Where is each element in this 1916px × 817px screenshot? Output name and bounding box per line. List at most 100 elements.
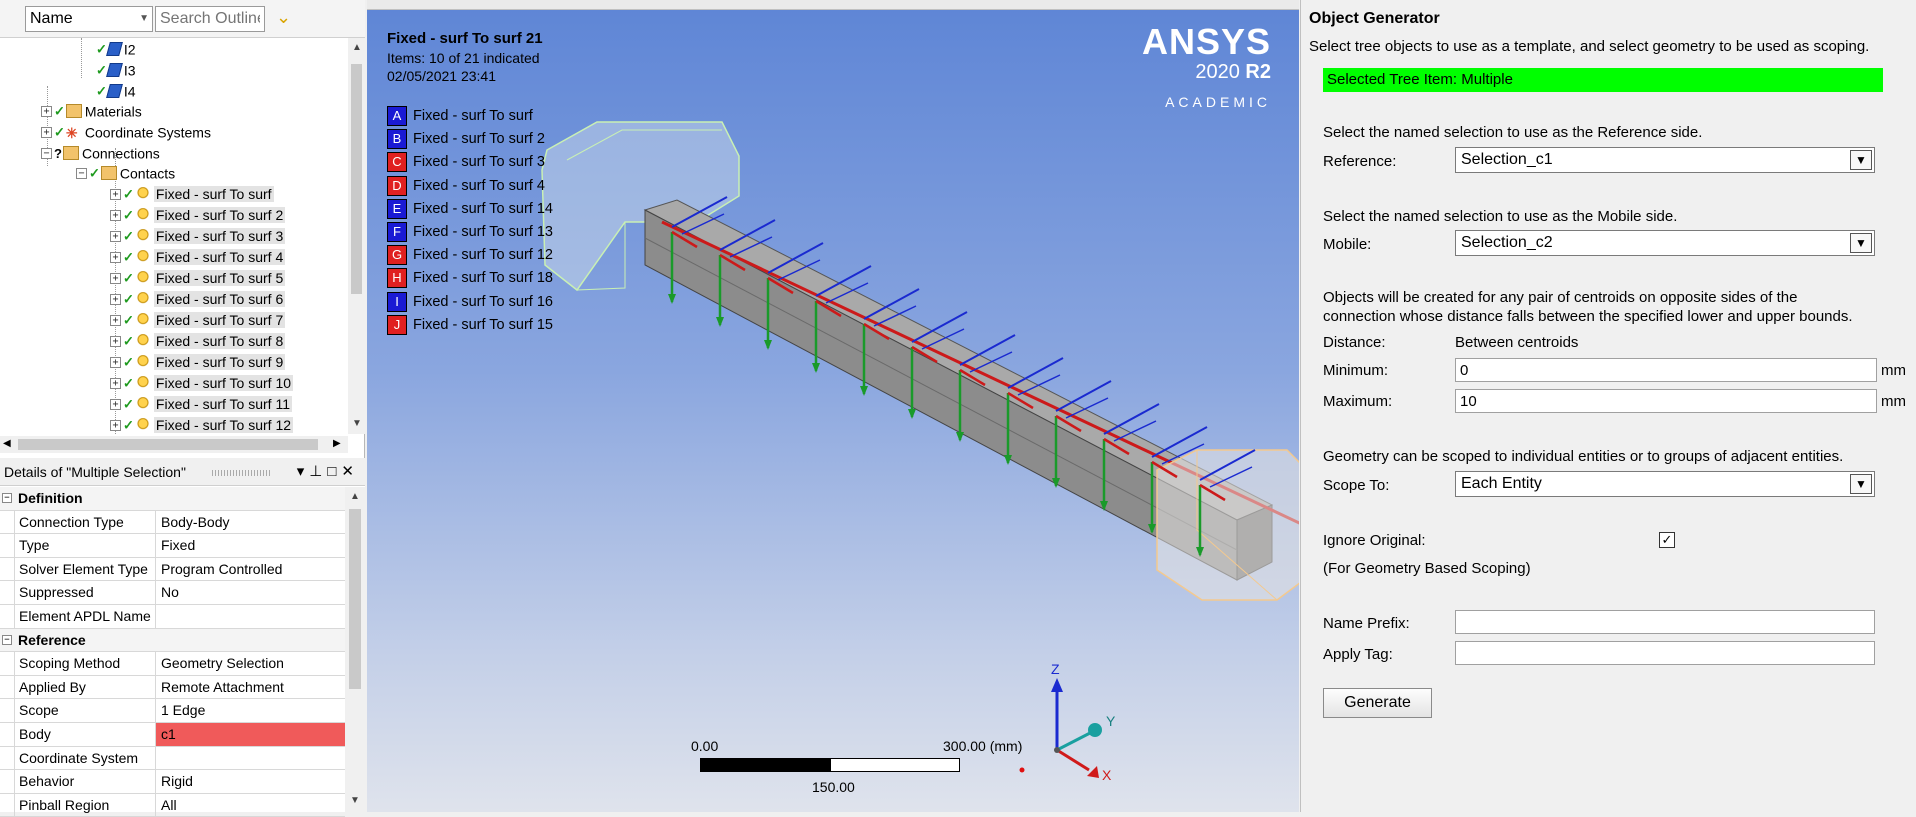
- outline-vertical-scrollbar[interactable]: ▲ ▼: [348, 38, 365, 434]
- scope-to-select[interactable]: Each Entity ▼: [1455, 471, 1875, 497]
- minimum-input[interactable]: [1455, 358, 1877, 382]
- detail-row-body[interactable]: Body c1: [0, 722, 345, 747]
- object-generator-panel: Object Generator Select tree objects to …: [1300, 0, 1916, 812]
- scroll-down-icon[interactable]: ▼: [350, 795, 360, 806]
- expand-icon[interactable]: +: [110, 188, 121, 200]
- tree-item-contact[interactable]: + ✓ Fixed - surf To surf 7: [110, 311, 286, 332]
- scroll-thumb[interactable]: [349, 509, 361, 689]
- tree-item-contact[interactable]: + ✓ Fixed - surf To surf 12: [110, 416, 294, 434]
- scroll-right-icon[interactable]: ▶: [333, 438, 341, 449]
- tree-item-materials[interactable]: + ✓ Materials: [41, 102, 142, 123]
- materials-icon: [65, 104, 82, 119]
- scale-mid-label: 150.00: [812, 779, 855, 795]
- reference-select[interactable]: Selection_c1 ▼: [1455, 147, 1875, 173]
- expand-icon[interactable]: +: [110, 293, 121, 305]
- legend-key: J: [387, 314, 407, 335]
- drag-grip[interactable]: [212, 470, 270, 476]
- tree-item-connections[interactable]: −? Connections: [41, 144, 160, 165]
- detail-row-type[interactable]: Type Fixed: [0, 534, 345, 558]
- chevron-down-icon[interactable]: ▼: [1850, 150, 1872, 170]
- expand-icon[interactable]: +: [110, 314, 121, 326]
- legend-label: Fixed - surf To surf 16: [413, 293, 553, 310]
- collapse-icon[interactable]: −: [2, 634, 12, 645]
- graphics-viewport[interactable]: Z Y X Fixed - surf To surf 21 Items: 10 …: [367, 10, 1299, 812]
- collapse-icon[interactable]: −: [2, 493, 12, 503]
- name-filter-combo[interactable]: Name ▼: [25, 6, 153, 32]
- detail-row-behavior[interactable]: Behavior Rigid: [0, 770, 345, 794]
- search-outline-input[interactable]: [155, 6, 265, 32]
- scroll-thumb[interactable]: [18, 439, 318, 450]
- chevron-down-icon[interactable]: ▼: [1850, 474, 1872, 494]
- contact-icon: [134, 397, 151, 412]
- expand-icon[interactable]: +: [110, 356, 121, 368]
- dropdown-icon[interactable]: ▾: [297, 463, 310, 480]
- details-title: Details of "Multiple Selection": [4, 464, 186, 480]
- expand-icon[interactable]: +: [110, 230, 121, 242]
- maximum-input[interactable]: [1455, 389, 1877, 413]
- generate-button[interactable]: Generate: [1323, 688, 1432, 718]
- tree-item-coordinate-systems[interactable]: + ✓✳ Coordinate Systems: [41, 123, 211, 144]
- expand-icon[interactable]: +: [110, 377, 121, 389]
- tree-item-i2[interactable]: ✓ I2: [96, 40, 136, 61]
- collapse-icon[interactable]: −: [76, 167, 87, 179]
- detail-row-connection-type[interactable]: Connection Type Body-Body: [0, 510, 345, 535]
- name-prefix-input[interactable]: [1455, 610, 1875, 634]
- tree-item-contacts[interactable]: − ✓ Contacts: [76, 164, 175, 185]
- detail-row-applied-by[interactable]: Applied By Remote Attachment: [0, 675, 345, 700]
- detail-row-suppressed[interactable]: Suppressed No: [0, 581, 345, 605]
- tree-item-contact[interactable]: + ✓ Fixed - surf To surf 3: [110, 227, 286, 248]
- tree-item-contact[interactable]: + ✓ Fixed - surf To surf 9: [110, 353, 286, 374]
- scroll-left-icon[interactable]: ◀: [3, 438, 11, 449]
- outline-horizontal-scrollbar[interactable]: ◀ ▶: [0, 436, 348, 453]
- detail-row-scope[interactable]: Scope 1 Edge: [0, 699, 345, 723]
- scroll-down-icon[interactable]: ▼: [352, 418, 362, 429]
- scroll-up-icon[interactable]: ▲: [352, 42, 362, 53]
- expand-icon[interactable]: +: [110, 335, 121, 347]
- tree-item-contact[interactable]: + ✓ Fixed - surf To surf 6: [110, 290, 286, 311]
- mobile-prompt: Select the named selection to use as the…: [1323, 208, 1678, 225]
- detail-row-coordinate-system[interactable]: Coordinate System: [0, 746, 345, 771]
- close-icon[interactable]: ✕: [341, 463, 359, 480]
- group-definition[interactable]: − Definition: [0, 487, 345, 511]
- expand-icon[interactable]: +: [41, 126, 52, 138]
- outline-tree: ✓ I2 ✓ I3 ✓ I4 + ✓ Materials + ✓✳ Coordinate Sy…: [0, 38, 348, 434]
- expand-icon[interactable]: +: [110, 209, 121, 221]
- expand-filter-icon[interactable]: ⌄: [276, 7, 291, 28]
- tree-item-contact[interactable]: + ✓ Fixed - surf To surf 10: [110, 374, 294, 395]
- collapse-icon[interactable]: −: [41, 147, 52, 159]
- detail-row-pinball-region[interactable]: Pinball Region All: [0, 793, 345, 817]
- detail-row-solver-element-type[interactable]: Solver Element Type Program Controlled: [0, 557, 345, 582]
- selected-tree-item-banner: Selected Tree Item: Multiple: [1323, 68, 1883, 92]
- detail-row-scoping-method[interactable]: Scoping Method Geometry Selection: [0, 652, 345, 676]
- tree-item-contact[interactable]: + ✓ Fixed - surf To surf 2: [110, 206, 286, 227]
- group-reference[interactable]: − Reference: [0, 628, 345, 653]
- tree-item-i3[interactable]: ✓ I3: [96, 61, 136, 82]
- maximize-icon[interactable]: □: [327, 463, 341, 480]
- detail-row-element-apdl-name[interactable]: Element APDL Name: [0, 604, 345, 629]
- contact-icon: [134, 334, 151, 349]
- legend-label: Fixed - surf To surf 3: [413, 154, 545, 171]
- mobile-select[interactable]: Selection_c2 ▼: [1455, 230, 1875, 256]
- expand-icon[interactable]: +: [41, 105, 52, 117]
- tree-item-contact[interactable]: + ✓ Fixed - surf To surf 11: [110, 395, 292, 416]
- tree-item-contact[interactable]: + ✓ Fixed - surf To surf 8: [110, 332, 286, 353]
- tree-item-contact[interactable]: + ✓ Fixed - surf To surf 4: [110, 248, 286, 269]
- contact-icon: [134, 292, 151, 307]
- tree-item-i4[interactable]: ✓ I4: [96, 82, 136, 103]
- chevron-down-icon[interactable]: ▼: [1850, 233, 1872, 253]
- legend-label: Fixed - surf To surf 4: [413, 177, 545, 194]
- expand-icon[interactable]: +: [110, 398, 121, 410]
- tree-item-contact[interactable]: + ✓ Fixed - surf To surf: [110, 185, 274, 206]
- expand-icon[interactable]: +: [110, 272, 121, 284]
- check-icon: ✓: [123, 375, 134, 391]
- details-vertical-scrollbar[interactable]: ▲ ▼: [345, 487, 365, 812]
- tree-item-contact[interactable]: + ✓ Fixed - surf To surf 5: [110, 269, 286, 290]
- scroll-thumb[interactable]: [351, 64, 362, 294]
- ignore-original-checkbox[interactable]: ✓: [1659, 532, 1675, 548]
- scroll-up-icon[interactable]: ▲: [350, 491, 360, 502]
- expand-icon[interactable]: +: [110, 419, 121, 431]
- apply-tag-input[interactable]: [1455, 641, 1875, 665]
- expand-icon[interactable]: +: [110, 251, 121, 263]
- pin-icon[interactable]: ⊥: [309, 463, 327, 480]
- contact-icon: [134, 418, 151, 433]
